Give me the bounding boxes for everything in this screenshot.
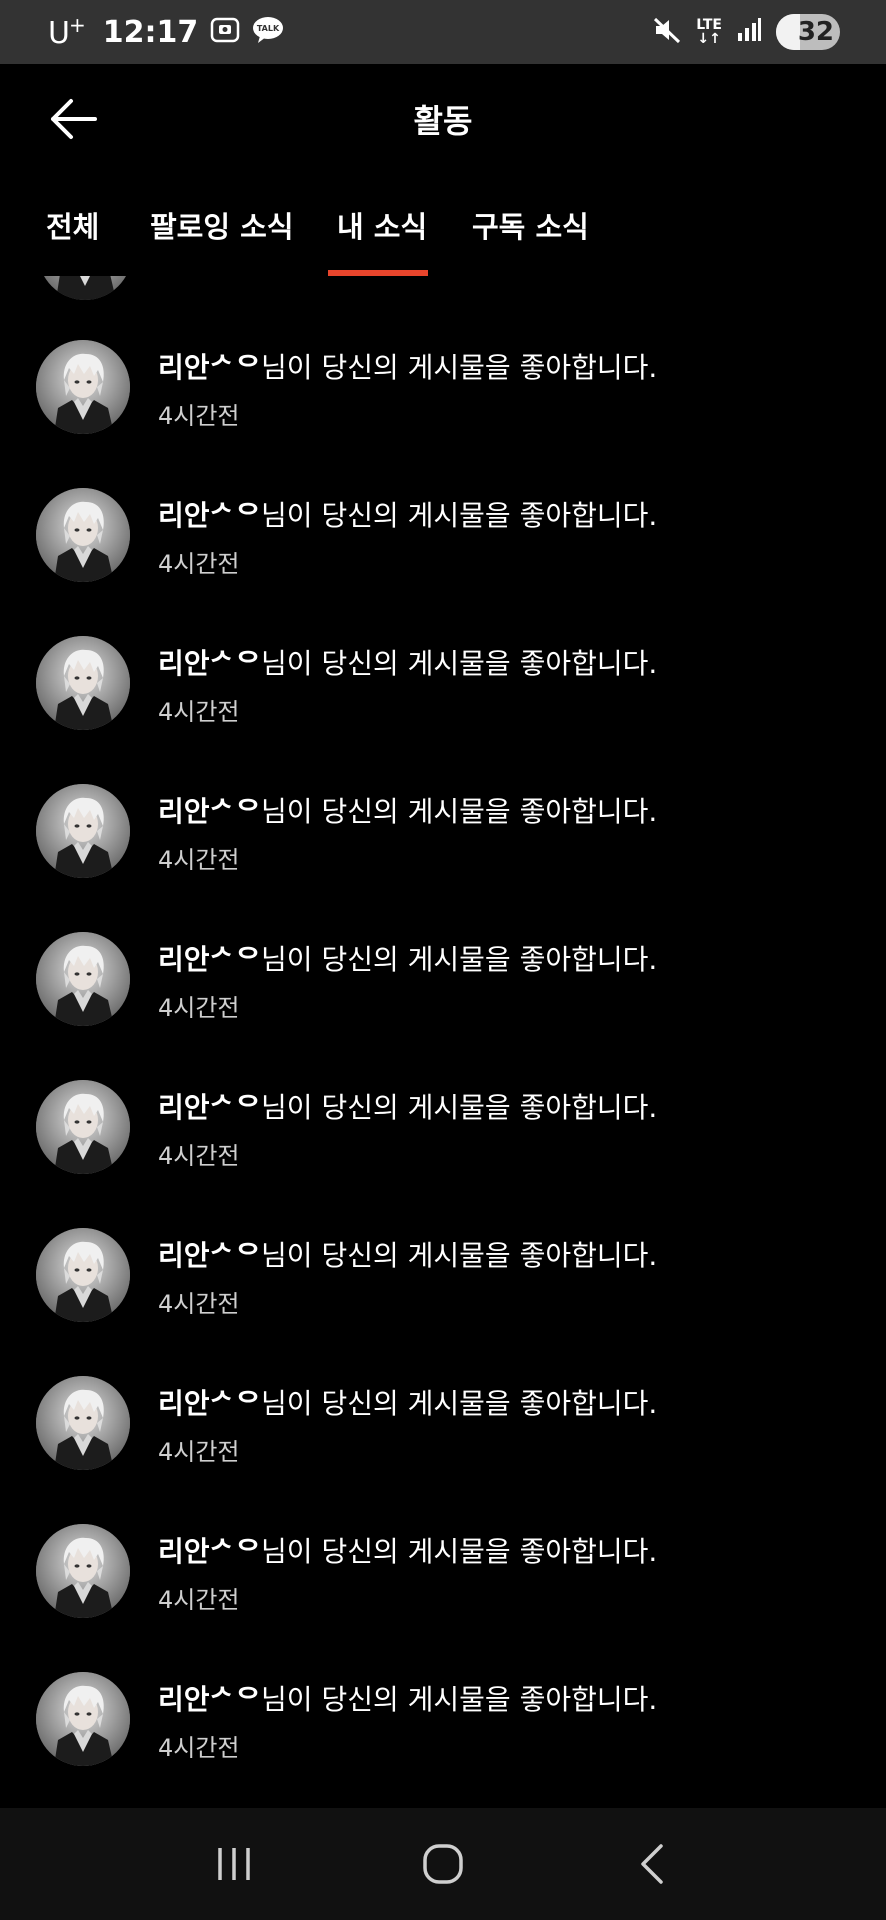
list-item[interactable]: 리안ᄼᄋ님이 당신의 게시물을 좋아합니다. 4시간전 xyxy=(0,636,886,784)
recent-apps-button[interactable] xyxy=(194,1834,274,1894)
notification-text: 리안ᄼᄋ님이 당신의 게시물을 좋아합니다. xyxy=(158,1387,658,1420)
timestamp: 4시간전 xyxy=(158,550,240,578)
screenshot-icon xyxy=(210,16,240,48)
avatar[interactable] xyxy=(36,636,130,730)
lte-indicator: LTE ↓↑ xyxy=(696,17,722,47)
tab-following-news[interactable]: 팔로잉 소식 xyxy=(150,204,294,246)
list-item[interactable]: 리안ᄼᄋ님이 당신의 게시물을 좋아합니다. 4시간전 xyxy=(0,1376,886,1524)
avatar[interactable] xyxy=(36,340,130,434)
avatar[interactable] xyxy=(36,488,130,582)
home-icon xyxy=(423,1844,463,1884)
timestamp: 4시간전 xyxy=(158,1734,240,1762)
page-title: 활동 xyxy=(413,102,473,140)
notification-text: 리안ᄼᄋ님이 당신의 게시물을 좋아합니다. xyxy=(158,943,658,976)
back-button[interactable] xyxy=(46,94,100,144)
timestamp: 4시간전 xyxy=(158,1142,240,1170)
notification-text: 리안ᄼᄋ님이 당신의 게시물을 좋아합니다. xyxy=(158,1535,658,1568)
timestamp: 4시간전 xyxy=(158,994,240,1022)
status-clock: 12:17 xyxy=(102,14,199,50)
notification-text: 리안ᄼᄋ님이 당신의 게시물을 좋아합니다. xyxy=(158,1239,658,1272)
avatar[interactable] xyxy=(36,932,130,1026)
recent-apps-icon xyxy=(218,1848,251,1880)
avatar[interactable] xyxy=(36,1228,130,1322)
timestamp: 4시간전 xyxy=(158,698,240,726)
chevron-left-icon xyxy=(640,1844,663,1884)
back-arrow-icon xyxy=(51,99,97,139)
list-item[interactable]: 리안ᄼᄋ님이 당신의 게시물을 좋아합니다. 4시간전 xyxy=(0,1524,886,1672)
avatar[interactable] xyxy=(36,1672,130,1766)
timestamp: 4시간전 xyxy=(158,1290,240,1318)
user-name[interactable]: 리안ᄼᄋ xyxy=(158,1683,261,1716)
avatar[interactable] xyxy=(36,1376,130,1470)
list-item[interactable]: 리안ᄼᄋ님이 당신의 게시물을 좋아합니다. 4시간전 xyxy=(0,932,886,1080)
notification-text: 리안ᄼᄋ님이 당신의 게시물을 좋아합니다. xyxy=(158,647,658,680)
notification-text: 리안ᄼᄋ님이 당신의 게시물을 좋아합니다. xyxy=(158,1683,658,1716)
list-item[interactable]: 리안ᄼᄋ님이 당신의 게시물을 좋아합니다. 4시간전 xyxy=(0,784,886,932)
timestamp: 4시간전 xyxy=(158,402,240,430)
list-item[interactable]: 리안ᄼᄋ님이 당신의 게시물을 좋아합니다. 4시간전 xyxy=(0,488,886,636)
list-item[interactable]: 리안ᄼᄋ님이 당신의 게시물을 좋아합니다. 4시간전 xyxy=(0,1672,886,1806)
user-name[interactable]: 리안ᄼᄋ xyxy=(158,1535,261,1568)
avatar[interactable] xyxy=(38,276,132,300)
notification-text: 리안ᄼᄋ님이 당신의 게시물을 좋아합니다. xyxy=(158,795,658,828)
notification-text: 리안ᄼᄋ님이 당신의 게시물을 좋아합니다. xyxy=(158,1091,658,1124)
notification-text: 리안ᄼᄋ님이 당신의 게시물을 좋아합니다. xyxy=(158,351,658,384)
user-name[interactable]: 리안ᄼᄋ xyxy=(158,351,261,384)
avatar[interactable] xyxy=(36,1080,130,1174)
mute-icon xyxy=(652,15,682,49)
svg-text:TALK: TALK xyxy=(257,24,280,33)
timestamp: 4시간전 xyxy=(158,1586,240,1614)
signal-icon xyxy=(736,17,762,47)
user-name[interactable]: 리안ᄼᄋ xyxy=(158,1239,261,1272)
notification-text: 리안ᄼᄋ님이 당신의 게시물을 좋아합니다. xyxy=(158,499,658,532)
carrier-label: U+ xyxy=(48,13,86,51)
list-item[interactable]: 리안ᄼᄋ님이 당신의 게시물을 좋아합니다. 4시간전 xyxy=(0,340,886,488)
tab-all[interactable]: 전체 xyxy=(46,204,99,246)
list-item[interactable]: 리안ᄼᄋ님이 당신의 게시물을 좋아합니다. 4시간전 xyxy=(0,1228,886,1376)
tab-my-news[interactable]: 내 소식 xyxy=(337,204,427,246)
list-item[interactable]: 리안ᄼᄋ님이 당신의 게시물을 좋아합니다. 4시간전 xyxy=(0,1080,886,1228)
kakaotalk-icon: TALK xyxy=(252,16,284,48)
user-name[interactable]: 리안ᄼᄋ xyxy=(158,647,261,680)
user-name[interactable]: 리안ᄼᄋ xyxy=(158,795,261,828)
home-button[interactable] xyxy=(403,1834,483,1894)
app-header: 활동 xyxy=(0,64,886,174)
user-name[interactable]: 리안ᄼᄋ xyxy=(158,1387,261,1420)
timestamp: 4시간전 xyxy=(158,846,240,874)
tab-bar: 전체 팔로잉 소식 내 소식 구독 소식 xyxy=(0,186,886,276)
system-nav-bar xyxy=(0,1808,886,1920)
system-back-button[interactable] xyxy=(612,1834,692,1894)
user-name[interactable]: 리안ᄼᄋ xyxy=(158,943,261,976)
user-name[interactable]: 리안ᄼᄋ xyxy=(158,499,261,532)
avatar[interactable] xyxy=(36,784,130,878)
avatar[interactable] xyxy=(36,1524,130,1618)
notification-list: 리안ᄼᄋ님이 당신의 게시물을 좋아합니다. 4시간전 리안ᄼᄋ님이 당신의 게… xyxy=(0,276,886,1806)
tab-subscription-news[interactable]: 구독 소식 xyxy=(472,204,589,246)
battery-indicator: 32 xyxy=(776,14,840,50)
user-name[interactable]: 리안ᄼᄋ xyxy=(158,1091,261,1124)
status-bar: U+ 12:17 TALK LTE ↓↑ 32 xyxy=(0,0,886,64)
timestamp: 4시간전 xyxy=(158,1438,240,1466)
